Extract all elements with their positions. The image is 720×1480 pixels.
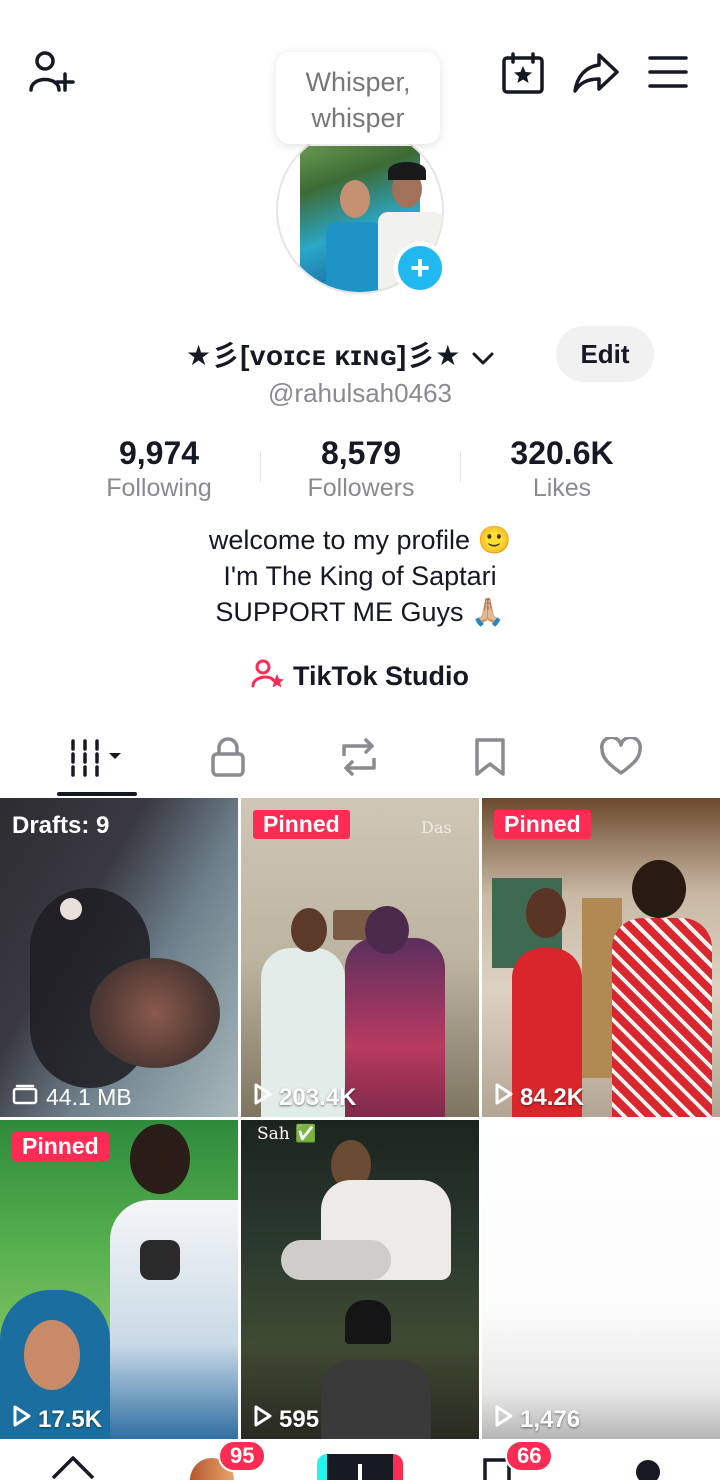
likes-label: Likes [532, 474, 592, 502]
folder-icon [12, 1083, 38, 1111]
profile-bio: welcome to my profile 🙂 I'm The King of … [0, 522, 720, 630]
stat-divider [460, 452, 461, 482]
studio-icon [251, 658, 285, 695]
bookmark-icon [473, 737, 507, 782]
drafts-label: Drafts: 9 [12, 812, 110, 839]
view-count-text: 203.4K [279, 1083, 357, 1111]
repost-icon [336, 736, 382, 783]
grid-videos-icon [67, 737, 127, 782]
drafts-tile[interactable]: Drafts: 9 44.1 MB [0, 798, 238, 1117]
friends-badge: 95 [218, 1440, 267, 1472]
active-tab-indicator [57, 792, 137, 796]
video-watermark: Das [421, 818, 452, 837]
profile-tabs [0, 726, 720, 798]
stat-likes[interactable]: 320.6K Likes [462, 434, 662, 504]
bio-line-1: welcome to my profile 🙂 [208, 525, 512, 555]
tab-private[interactable] [156, 726, 300, 792]
inbox-badge: 66 [505, 1440, 554, 1472]
draft-size: 44.1 MB [12, 1083, 132, 1111]
play-icon [494, 1082, 514, 1113]
tab-videos[interactable] [25, 726, 169, 792]
tiktok-studio-link[interactable]: TikTok Studio [0, 656, 720, 696]
followers-count: 8,579 [320, 435, 402, 471]
view-count: 1,476 [494, 1404, 580, 1435]
username-handle: @rahulsah0463 [268, 378, 452, 408]
view-count-text: 1,476 [520, 1405, 581, 1433]
play-icon [12, 1404, 32, 1435]
play-icon [253, 1404, 273, 1435]
chevron-down-icon[interactable] [471, 342, 495, 374]
add-avatar-plus-icon[interactable]: + [394, 242, 446, 294]
likes-count: 320.6K [510, 435, 614, 471]
video-tile[interactable]: 1,476 [482, 1120, 720, 1439]
following-label: Following [106, 474, 212, 502]
menu-icon[interactable] [646, 52, 690, 92]
add-friend-icon[interactable] [26, 50, 78, 96]
bubble-line-1: Whisper, [305, 67, 411, 97]
video-grid: Drafts: 9 44.1 MB Pinned Das 203.4K Pinn… [0, 798, 720, 1448]
stat-following[interactable]: 9,974 Following [59, 434, 259, 504]
bubble-line-2: whisper [311, 103, 405, 133]
video-tile[interactable]: Sah ✅ 595 [241, 1120, 479, 1439]
play-icon [494, 1404, 514, 1435]
home-icon[interactable] [50, 1454, 96, 1480]
profile-icon[interactable] [636, 1460, 660, 1480]
display-name[interactable]: ★彡[ᴠᴏɪᴄᴇ ᴋɪɴɢ]彡★ [186, 334, 495, 374]
view-count: 203.4K [253, 1082, 356, 1113]
play-icon [253, 1082, 273, 1113]
bottom-nav: 95 66 [0, 1440, 720, 1480]
studio-label: TikTok Studio [292, 660, 469, 691]
lock-icon [208, 736, 248, 783]
calendar-star-icon[interactable] [500, 50, 546, 96]
view-count: 84.2K [494, 1082, 584, 1113]
bio-line-2: I'm The King of Saptari [223, 561, 497, 591]
view-count-text: 84.2K [520, 1083, 585, 1111]
pinned-badge: Pinned [253, 810, 350, 839]
edit-profile-button[interactable]: Edit [556, 326, 654, 382]
following-count: 9,974 [118, 435, 200, 471]
view-count: 595 [253, 1404, 319, 1435]
status-bubble[interactable]: Whisper, whisper [276, 52, 440, 144]
video-tile[interactable]: Pinned 17.5K [0, 1120, 238, 1439]
video-tile[interactable]: Pinned Das 203.4K [241, 798, 479, 1117]
followers-label: Followers [307, 474, 415, 502]
heart-icon [599, 735, 643, 782]
stat-followers[interactable]: 8,579 Followers [261, 434, 461, 504]
video-caption-overlay: Sah ✅ [257, 1124, 317, 1144]
draft-size-text: 44.1 MB [46, 1083, 132, 1110]
tab-liked[interactable] [549, 726, 693, 792]
video-tile[interactable]: Pinned 84.2K [482, 798, 720, 1117]
view-count-text: 595 [279, 1405, 320, 1433]
bio-line-3: SUPPORT ME Guys 🙏🏼 [215, 597, 505, 627]
create-button[interactable] [317, 1454, 403, 1480]
share-icon[interactable] [570, 50, 622, 96]
display-name-text: ★彡[ᴠᴏɪᴄᴇ ᴋɪɴɢ]彡★ [186, 340, 461, 371]
tab-favorites[interactable] [418, 726, 562, 792]
tab-reposts[interactable] [287, 726, 431, 792]
profile-stats: 9,974 Following 8,579 Followers 320.6K L… [0, 434, 720, 504]
pinned-badge: Pinned [494, 810, 591, 839]
pinned-badge: Pinned [12, 1132, 109, 1161]
view-count-text: 17.5K [38, 1405, 103, 1433]
view-count: 17.5K [12, 1404, 102, 1435]
